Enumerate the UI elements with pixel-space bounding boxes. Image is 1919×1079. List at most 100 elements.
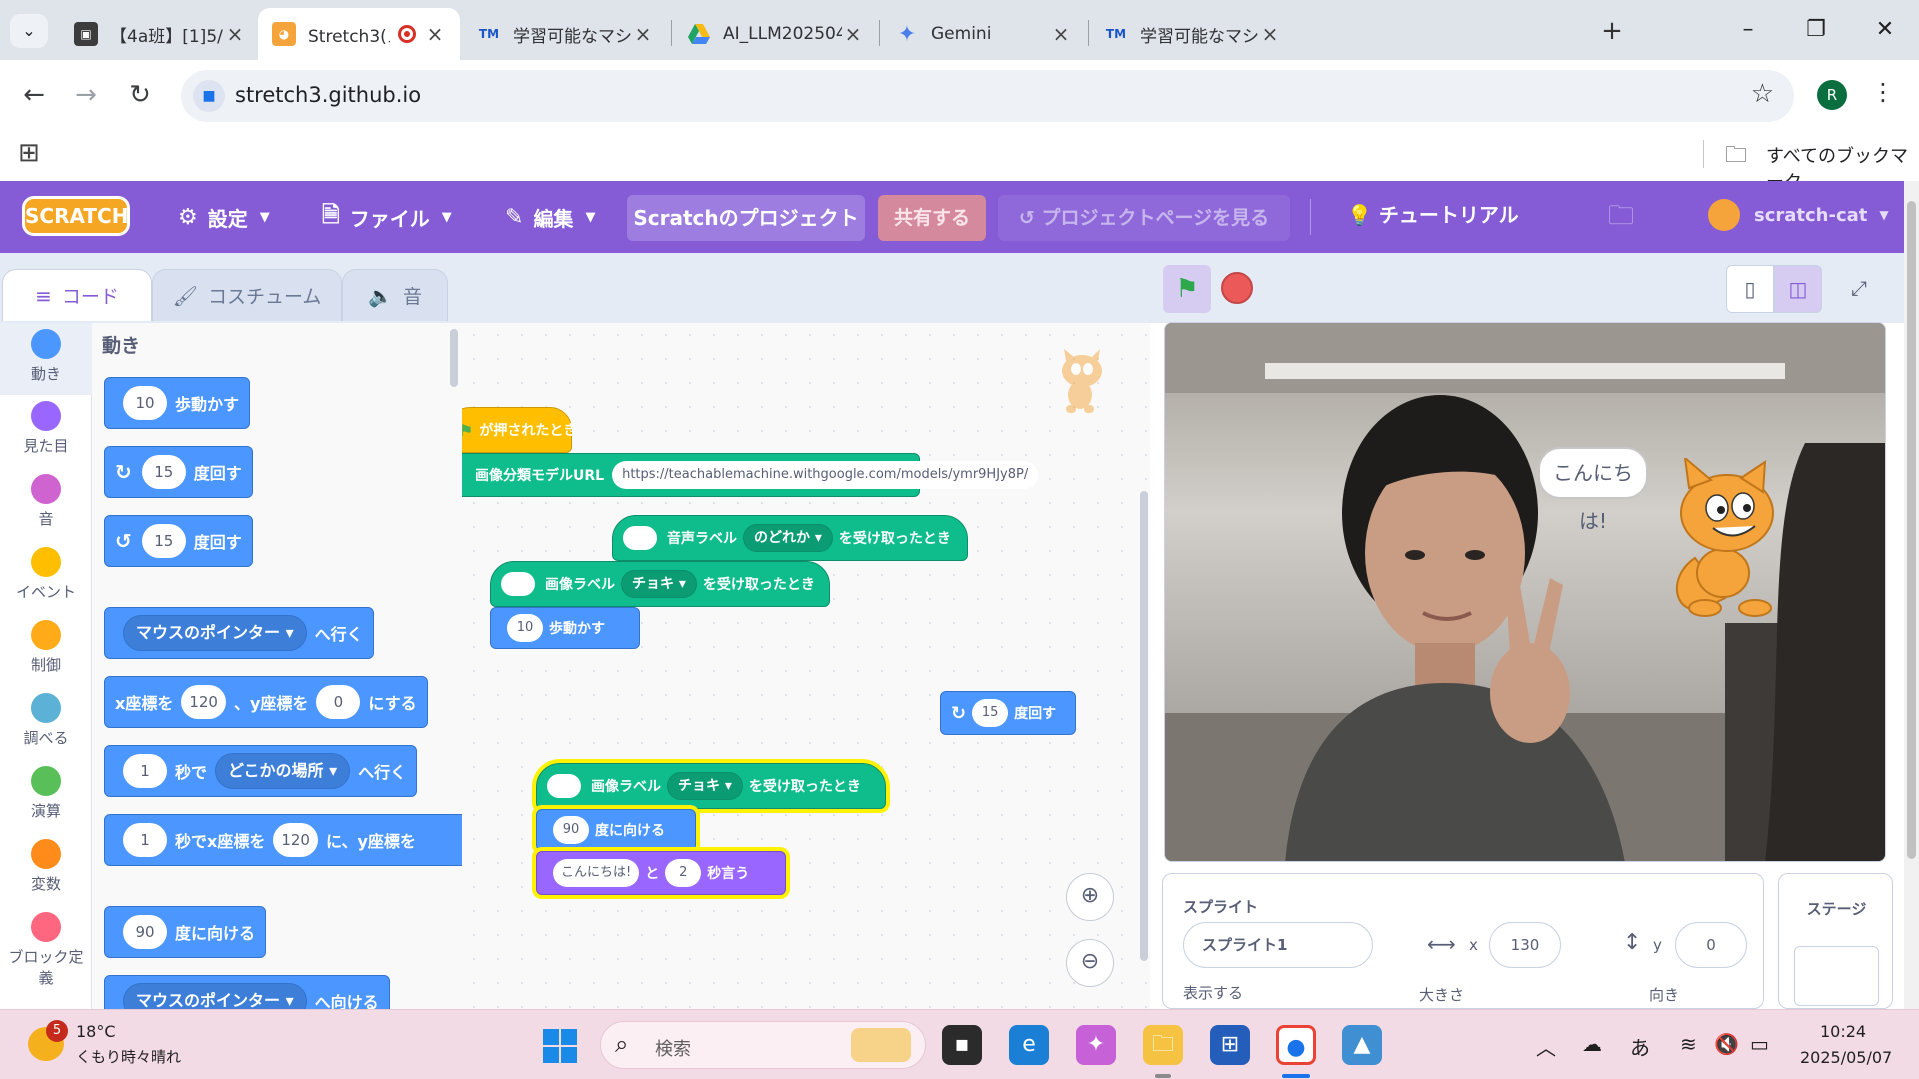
start-windows-icon[interactable] xyxy=(543,1029,577,1063)
share-button[interactable]: 共有する xyxy=(878,195,986,241)
audio-label-dropdown[interactable]: のどれか ▾ xyxy=(743,524,833,552)
block-dropdown[interactable]: どこかの場所 ▾ xyxy=(215,753,351,789)
address-bar[interactable]: ■ stretch3.github.io ☆ xyxy=(181,70,1794,122)
block-input[interactable]: 1 xyxy=(123,823,167,857)
block-input[interactable]: 15 xyxy=(141,455,186,489)
tab-sounds[interactable]: 🔈 音 xyxy=(342,269,448,321)
tab-classroom[interactable]: ▣ 【4a班】[1]5/7 2週 × xyxy=(60,8,260,60)
show-hidden-icons-chevron-icon[interactable]: ︿ xyxy=(1536,1032,1556,1061)
stage-canvas[interactable] xyxy=(1164,322,1886,862)
tab-search-button[interactable]: ⌄ xyxy=(10,14,48,48)
category-motion[interactable]: 動き xyxy=(0,323,92,395)
palette-block-glide-xy[interactable]: 1 秒でx座標を 120 に、y座標を xyxy=(104,814,462,866)
project-title-input[interactable]: Scratchのプロジェクト xyxy=(627,195,865,241)
zoom-out-button[interactable]: ⊖ xyxy=(1066,939,1114,987)
category-sound[interactable]: 音 xyxy=(0,468,92,540)
clock-date[interactable]: 2025/05/07 xyxy=(1800,1048,1892,1067)
say-for-secs-block[interactable]: こんにちは! と 2 秒言う xyxy=(536,851,786,895)
chrome-icon[interactable]: ● xyxy=(1276,1025,1316,1065)
block-input[interactable]: 90 xyxy=(553,816,589,844)
palette-scrollbar[interactable] xyxy=(450,329,458,387)
folder-icon[interactable]: 🗀 xyxy=(1725,138,1747,176)
onedrive-cloud-icon[interactable]: ☁ xyxy=(1582,1032,1602,1056)
copilot-icon[interactable]: ✦ xyxy=(1076,1025,1116,1065)
scratch-logo[interactable]: SCRATCH xyxy=(22,196,130,236)
when-audio-label-received-block[interactable]: 音声ラベル のどれか ▾ を受け取ったとき xyxy=(612,515,968,561)
move-steps-block[interactable]: 10 歩動かす xyxy=(490,607,640,649)
palette-block-goto[interactable]: マウスのポインター ▾ へ行く xyxy=(104,607,374,659)
weather-temperature[interactable]: 18°C xyxy=(76,1022,116,1041)
tab-gemini[interactable]: ✦ Gemini × xyxy=(881,8,1086,60)
restore-button[interactable]: ❐ xyxy=(1786,10,1846,50)
palette-block-point-towards[interactable]: マウスのポインター ▾ へ向ける xyxy=(104,975,390,1009)
palette-block-turn-left[interactable]: ↺ 15 度回す xyxy=(104,515,253,567)
wifi-icon[interactable]: ≋ xyxy=(1680,1032,1697,1056)
script-area[interactable]: ⚑ が押されたとき 画像分類モデルURL https://teachablema… xyxy=(462,323,1150,1009)
photos-icon[interactable]: ▲ xyxy=(1342,1025,1382,1065)
weather-condition[interactable]: くもり時々晴れ xyxy=(76,1046,181,1067)
sprite-name-input[interactable]: スプライト1 xyxy=(1183,922,1373,968)
category-events[interactable]: イベント xyxy=(0,541,92,613)
block-input[interactable]: 0 xyxy=(316,685,361,719)
tab-teachable-machine-1[interactable]: TM 学習可能なマシン × xyxy=(463,8,668,60)
category-variables[interactable]: 変数 xyxy=(0,833,92,905)
stop-button[interactable] xyxy=(1221,272,1253,304)
minimize-button[interactable]: – xyxy=(1718,10,1778,50)
battery-icon[interactable]: ▭ xyxy=(1750,1032,1769,1056)
palette-block-move[interactable]: 10 歩動かす xyxy=(104,377,251,429)
palette-block-point-direction[interactable]: 90 度に向ける xyxy=(104,906,267,958)
apps-grid-icon[interactable]: ⊞ xyxy=(18,138,40,168)
zoom-in-button[interactable]: ⊕ xyxy=(1066,873,1114,921)
image-label-dropdown[interactable]: チョキ ▾ xyxy=(621,570,697,598)
page-scrollbar-thumb[interactable] xyxy=(1907,201,1916,859)
green-flag-button[interactable]: ⚑ xyxy=(1163,265,1211,313)
speaker-muted-icon[interactable]: 🔇 xyxy=(1714,1032,1739,1056)
ime-indicator[interactable]: あ xyxy=(1630,1032,1650,1061)
close-icon[interactable]: × xyxy=(224,22,246,46)
file-explorer-icon[interactable]: 🗀 xyxy=(1143,1025,1183,1065)
my-stuff-folder-icon[interactable]: 🗀 xyxy=(1608,197,1634,241)
microsoft-store-icon[interactable]: ⊞ xyxy=(1210,1025,1250,1065)
task-view-icon[interactable]: ▪ xyxy=(942,1025,982,1065)
large-stage-button[interactable]: ◫ xyxy=(1774,265,1822,313)
when-image-label-received-block[interactable]: 画像ラベル チョキ ▾ を受け取ったとき xyxy=(490,561,830,607)
fullscreen-button[interactable]: ⤢ xyxy=(1835,265,1883,313)
close-icon[interactable]: × xyxy=(424,22,446,46)
when-flag-clicked-block[interactable]: ⚑ が押されたとき xyxy=(462,407,577,453)
block-dropdown[interactable]: マウスのポインター ▾ xyxy=(123,615,307,651)
window-close-button[interactable]: ✕ xyxy=(1855,10,1915,50)
small-stage-button[interactable]: ▯ xyxy=(1726,265,1774,313)
category-my-blocks[interactable]: ブロック定義 xyxy=(0,906,92,996)
block-input[interactable]: 120 xyxy=(273,823,318,857)
forward-button[interactable]: → xyxy=(66,75,106,115)
profile-avatar[interactable]: R xyxy=(1817,80,1847,110)
palette-block-goto-xy[interactable]: x座標を 120 、y座標を 0 にする xyxy=(104,676,428,728)
say-message-input[interactable]: こんにちは! xyxy=(553,859,640,887)
edit-menu[interactable]: ✎ 編集 ▼ xyxy=(505,199,595,235)
when-image-label-received-block-running[interactable]: 画像ラベル チョキ ▾ を受け取ったとき xyxy=(536,763,886,809)
block-input[interactable]: 10 xyxy=(123,386,167,420)
category-operators[interactable]: 演算 xyxy=(0,760,92,832)
tab-code[interactable]: ≡ コード xyxy=(2,269,152,321)
account-menu[interactable]: scratch-cat ▼ xyxy=(1708,199,1889,231)
y-position-input[interactable]: 0 xyxy=(1675,922,1747,968)
point-in-direction-block[interactable]: 90 度に向ける xyxy=(536,809,696,851)
file-menu[interactable]: 🗎 ファイル ▼ xyxy=(322,199,452,235)
category-control[interactable]: 制御 xyxy=(0,614,92,686)
stage-thumbnail[interactable] xyxy=(1794,946,1879,1006)
see-project-page-button[interactable]: ↺ プロジェクトページを見る xyxy=(998,195,1290,241)
x-position-input[interactable]: 130 xyxy=(1489,922,1561,968)
image-label-dropdown[interactable]: チョキ ▾ xyxy=(667,772,743,800)
tab-stretch3[interactable]: ◕ Stretch3(ストレ × xyxy=(258,8,460,60)
set-image-model-url-block[interactable]: 画像分類モデルURL https://teachablemachine.with… xyxy=(462,453,1039,497)
say-seconds-input[interactable]: 2 xyxy=(665,859,702,887)
stage-selector[interactable]: ステージ xyxy=(1778,873,1893,1009)
reload-button[interactable]: ↻ xyxy=(120,75,160,115)
tab-google-drive[interactable]: AI_LLM20250426.i × xyxy=(673,8,878,60)
menu-kebab-icon[interactable]: ⋮ xyxy=(1871,78,1895,106)
block-dropdown[interactable]: マウスのポインター ▾ xyxy=(123,983,307,1009)
block-input[interactable]: 15 xyxy=(972,699,1009,727)
palette-block-glide-to[interactable]: 1 秒で どこかの場所 ▾ へ行く xyxy=(104,745,418,797)
block-input[interactable]: 15 xyxy=(141,524,186,558)
block-input[interactable]: 10 xyxy=(507,614,543,642)
